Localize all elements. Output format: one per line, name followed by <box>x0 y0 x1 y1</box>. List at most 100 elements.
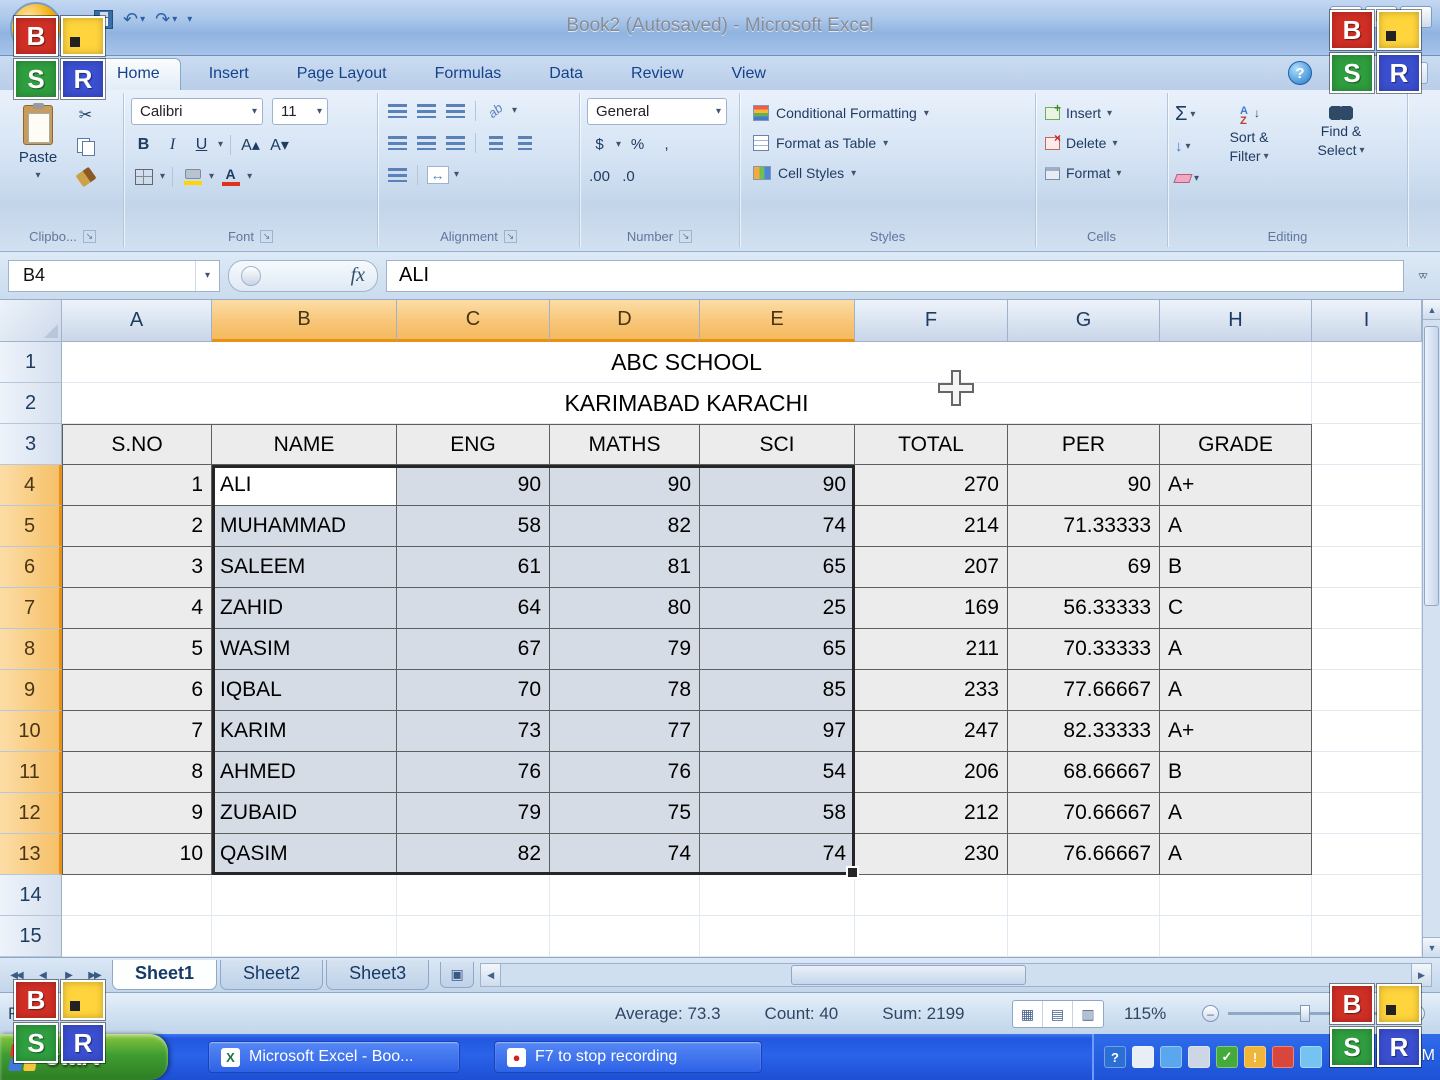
alignment-dialog-launcher[interactable] <box>503 230 517 243</box>
column-header-F[interactable]: F <box>855 300 1008 342</box>
cell-C4[interactable]: 90 <box>397 465 550 506</box>
cell-F7[interactable]: 169 <box>855 588 1008 629</box>
cell-E12[interactable]: 58 <box>700 793 855 834</box>
cell-C9[interactable]: 70 <box>397 670 550 711</box>
merge-center-button[interactable]: ↔ <box>425 162 450 187</box>
cell-A3[interactable]: S.NO <box>62 424 212 465</box>
find-select-button[interactable]: Find & Select ▾ <box>1299 98 1383 216</box>
shield-icon[interactable]: ✓ <box>1216 1046 1238 1068</box>
cell-H5[interactable]: A <box>1160 506 1312 547</box>
merged-cell-row-1[interactable]: ABC SCHOOL <box>62 342 1312 383</box>
input-icon[interactable] <box>1132 1046 1154 1068</box>
cell-I7[interactable] <box>1312 588 1422 629</box>
cell-E15[interactable] <box>700 916 855 957</box>
normal-view-button[interactable]: ▦ <box>1013 1001 1043 1027</box>
cell-I12[interactable] <box>1312 793 1422 834</box>
row-header-15[interactable]: 15 <box>0 916 62 957</box>
tab-review[interactable]: Review <box>611 59 703 90</box>
cell-G10[interactable]: 82.33333 <box>1008 711 1160 752</box>
align-middle-button[interactable] <box>414 98 439 123</box>
cell-E6[interactable]: 65 <box>700 547 855 588</box>
font-color-dropdown[interactable]: ▾ <box>247 171 252 182</box>
format-as-table-button[interactable]: Format as Table ▾ <box>747 128 1028 158</box>
cell-F3[interactable]: TOTAL <box>855 424 1008 465</box>
align-right-button[interactable] <box>443 130 468 155</box>
cell-D5[interactable]: 82 <box>550 506 700 547</box>
font-color-button[interactable]: A <box>218 164 243 189</box>
cell-I15[interactable] <box>1312 916 1422 957</box>
merged-cell-row-2[interactable]: KARIMABAD KARACHI <box>62 383 1312 424</box>
horizontal-scrollbar[interactable]: ◀ ▶ <box>480 963 1432 987</box>
taskbar-task-1[interactable]: X Microsoft Excel - Boo... <box>208 1041 460 1073</box>
comma-style-button[interactable]: , <box>654 132 679 157</box>
cell-G3[interactable]: PER <box>1008 424 1160 465</box>
row-header-14[interactable]: 14 <box>0 875 62 916</box>
cell-H8[interactable]: A <box>1160 629 1312 670</box>
font-dialog-launcher[interactable] <box>260 230 273 243</box>
bold-button[interactable]: B <box>131 132 156 157</box>
cell-F14[interactable] <box>855 875 1008 916</box>
row-header-1[interactable]: 1 <box>0 342 62 383</box>
format-cells-button[interactable]: Format ▾ <box>1043 158 1160 188</box>
number-format-select[interactable]: General ▾ <box>587 98 727 125</box>
zoom-out-button[interactable]: – <box>1202 1005 1219 1022</box>
borders-button[interactable] <box>131 164 156 189</box>
cell-D15[interactable] <box>550 916 700 957</box>
cell-C10[interactable]: 73 <box>397 711 550 752</box>
cell-B11[interactable]: AHMED <box>212 752 397 793</box>
tab-view[interactable]: View <box>712 59 786 90</box>
cell-A12[interactable]: 9 <box>62 793 212 834</box>
clipboard-dialog-launcher[interactable] <box>82 230 96 243</box>
cell-B14[interactable] <box>212 875 397 916</box>
column-header-I[interactable]: I <box>1312 300 1422 342</box>
align-center-button[interactable] <box>414 130 439 155</box>
sort-filter-button[interactable]: ↓ Sort & Filter▾ <box>1207 98 1291 216</box>
cell-F10[interactable]: 247 <box>855 711 1008 752</box>
align-left-button[interactable] <box>385 130 410 155</box>
cell-H4[interactable]: A+ <box>1160 465 1312 506</box>
cell-A4[interactable]: 1 <box>62 465 212 506</box>
column-header-H[interactable]: H <box>1160 300 1312 342</box>
cell-B15[interactable] <box>212 916 397 957</box>
page-layout-view-button[interactable]: ▤ <box>1043 1001 1073 1027</box>
cell-D7[interactable]: 80 <box>550 588 700 629</box>
cell-D4[interactable]: 90 <box>550 465 700 506</box>
cell-E3[interactable]: SCI <box>700 424 855 465</box>
cell-F11[interactable]: 206 <box>855 752 1008 793</box>
cell-A15[interactable] <box>62 916 212 957</box>
cell-F5[interactable]: 214 <box>855 506 1008 547</box>
column-header-E[interactable]: E <box>700 300 855 342</box>
row-header-4[interactable]: 4 <box>0 465 62 506</box>
fill-color-dropdown[interactable]: ▾ <box>209 171 214 182</box>
accounting-format-button[interactable]: $ <box>587 132 612 157</box>
merge-center-dropdown[interactable]: ▾ <box>454 169 459 180</box>
cell-H10[interactable]: A+ <box>1160 711 1312 752</box>
cell-B5[interactable]: MUHAMMAD <box>212 506 397 547</box>
cell-G12[interactable]: 70.66667 <box>1008 793 1160 834</box>
cell-A6[interactable]: 3 <box>62 547 212 588</box>
vertical-scroll-thumb[interactable] <box>1424 326 1439 606</box>
expand-formula-bar-button[interactable]: ▿▿ <box>1412 260 1432 292</box>
cell-C14[interactable] <box>397 875 550 916</box>
underline-button[interactable]: U <box>189 132 214 157</box>
cell-A7[interactable]: 4 <box>62 588 212 629</box>
row-header-6[interactable]: 6 <box>0 547 62 588</box>
name-box[interactable]: B4 ▾ <box>8 259 220 292</box>
align-bottom-button[interactable] <box>443 98 468 123</box>
cell-D10[interactable]: 77 <box>550 711 700 752</box>
row-header-7[interactable]: 7 <box>0 588 62 629</box>
cell-E13[interactable]: 74 <box>700 834 855 875</box>
cell-H14[interactable] <box>1160 875 1312 916</box>
fill-color-button[interactable] <box>180 164 205 189</box>
row-header-5[interactable]: 5 <box>0 506 62 547</box>
clear-button[interactable]: ▾ <box>1173 166 1199 190</box>
formula-input[interactable]: ALI <box>386 259 1404 292</box>
sheet-tab-sheet2[interactable]: Sheet2 <box>220 960 324 990</box>
cell-C5[interactable]: 58 <box>397 506 550 547</box>
increase-indent-button[interactable] <box>512 130 537 155</box>
row-header-8[interactable]: 8 <box>0 629 62 670</box>
cell-G15[interactable] <box>1008 916 1160 957</box>
fill-button[interactable]: ↓ ▾ <box>1175 134 1199 158</box>
cell-E5[interactable]: 74 <box>700 506 855 547</box>
decrease-decimal-button[interactable]: .0 <box>616 164 641 189</box>
